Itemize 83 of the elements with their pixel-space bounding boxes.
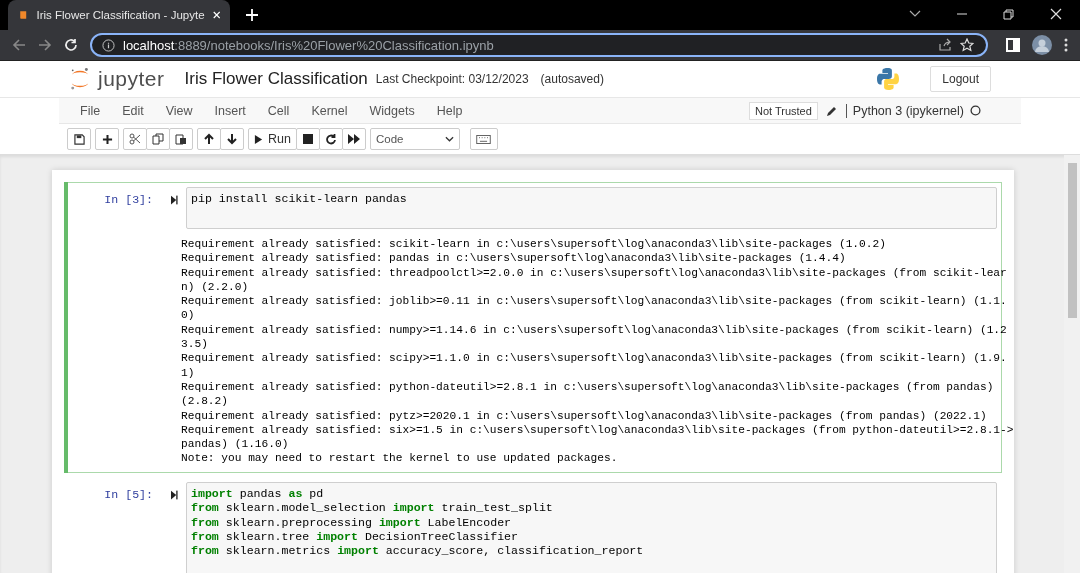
- copy-icon: [152, 133, 164, 145]
- output-line: Requirement already satisfied: pytz>=2020.1 in c:\users\supersoft\log\anaconda3\lib\site-packages (from pandas) (2022.1): [181, 408, 987, 423]
- restart-button[interactable]: [318, 128, 343, 150]
- trust-indicator[interactable]: Not Trusted: [748, 101, 818, 120]
- move-up-button[interactable]: [197, 128, 221, 150]
- share-icon[interactable]: [938, 38, 952, 52]
- output-line: Requirement already satisfied: joblib>=0.11 in c:\users\supersoft\log\anaconda3\lib\site-packages (from scikit-learn) (1.1.: [181, 294, 1007, 309]
- browser-tab[interactable]: Iris Flower Classification - Jupyte: [8, 0, 230, 30]
- copy-button[interactable]: [146, 128, 170, 150]
- output-line: 1): [181, 365, 195, 380]
- output-line: Requirement already satisfied: scikit-learn in c:\users\supersoft\log\anaconda3\lib\site-packages (1.0.2): [181, 237, 886, 252]
- scrollbar-thumb[interactable]: [1068, 163, 1077, 318]
- caret-icon: [444, 136, 454, 142]
- side-panel-icon[interactable]: [1006, 38, 1020, 52]
- output-line: n) (2.2.0): [181, 279, 249, 295]
- menu-item[interactable]: Widgets: [358, 103, 426, 118]
- stop-icon: [302, 134, 313, 144]
- pencil-icon[interactable]: [825, 104, 838, 117]
- star-icon[interactable]: [960, 38, 974, 52]
- arrow-down-icon: [226, 133, 238, 145]
- run-cell-icon[interactable]: [171, 489, 178, 500]
- fast-forward-icon: [347, 134, 360, 144]
- info-icon: [102, 38, 115, 52]
- stop-button[interactable]: [295, 128, 320, 150]
- add-cell-button[interactable]: [95, 128, 119, 150]
- paste-button[interactable]: [169, 128, 193, 150]
- menu-item[interactable]: Kernel: [300, 103, 359, 118]
- python-logo-icon: [876, 67, 901, 91]
- cut-button[interactable]: [123, 128, 147, 150]
- cell-type-dropdown[interactable]: Code: [369, 128, 460, 150]
- menu-item[interactable]: Insert: [203, 103, 257, 118]
- forward-icon[interactable]: [38, 38, 52, 52]
- logo-text[interactable]: jupyter: [98, 67, 165, 91]
- move-down-button[interactable]: [220, 128, 244, 150]
- menu-item[interactable]: File: [69, 103, 112, 118]
- output-line: pandas) (1.16.0): [181, 437, 289, 452]
- plus-icon: [101, 133, 113, 145]
- checkpoint-text: Last Checkpoint: 03/12/2023: [375, 72, 529, 86]
- avatar-icon[interactable]: [1032, 35, 1052, 55]
- play-icon: [254, 133, 263, 145]
- output-line: Requirement already satisfied: threadpoolctl>=2.0.0 in c:\users\supersoft\log\anaconda3\lib\site-packages (from scikit-lear: [181, 265, 1007, 280]
- logout-button[interactable]: Logout: [930, 66, 991, 92]
- arrow-up-icon: [203, 133, 215, 145]
- output-line: Note: you may need to restart the kernel to use updated packages.: [181, 451, 618, 466]
- keyboard-button[interactable]: [469, 128, 498, 150]
- output-line: (2.8.2): [181, 394, 228, 409]
- close-icon[interactable]: [1050, 8, 1062, 20]
- save-icon: [73, 133, 85, 145]
- save-button[interactable]: [67, 128, 91, 150]
- menu-item[interactable]: Cell: [256, 103, 301, 118]
- code-editor[interactable]: pip install scikit-learn pandas: [186, 187, 997, 229]
- output-line: 3.5): [181, 337, 208, 352]
- notebook-title[interactable]: Iris Flower Classification: [184, 69, 368, 89]
- autosave-text: (autosaved): [540, 72, 604, 86]
- output-line: Requirement already satisfied: python-dateutil>=2.8.1 in c:\users\supersoft\log\anaconda3\lib\site-packages (from pandas): [181, 379, 994, 395]
- output-line: Requirement already satisfied: scipy>=1.1.0 in c:\users\supersoft\log\anaconda3\lib\site-packages (from scikit-learn) (1.9.: [181, 351, 1007, 366]
- output-line: Requirement already satisfied: pandas in c:\users\supersoft\log\anaconda3\lib\site-packages (1.4.4): [181, 251, 846, 266]
- book-icon: [18, 8, 29, 22]
- run-cell-icon[interactable]: [171, 195, 178, 205]
- code-editor[interactable]: import pandas as pd from sklearn.model_selection import train_test_split from sklearn.preprocessing import LabelEncoder from sklearn.tree import DecisionTreeClassifier from sklearn.metrics import accuracy_score, classification_report: [186, 481, 997, 573]
- address-field[interactable]: localhost:8889/notebooks/Iris%20Flower%20Classification.ipynb: [90, 33, 988, 57]
- run-all-button[interactable]: [341, 128, 366, 150]
- input-prompt: In [3]:: [103, 192, 153, 206]
- logo-icon: [70, 67, 90, 91]
- paste-icon: [175, 133, 187, 145]
- kernel-name: Python 3 (ipykernel): [845, 103, 970, 118]
- scissors-icon: [129, 133, 141, 145]
- chevron-down-icon[interactable]: [909, 10, 921, 18]
- back-icon[interactable]: [12, 38, 26, 52]
- output-line: Requirement already satisfied: numpy>=1.14.6 in c:\users\supersoft\log\anaconda3\lib\site-packages (from scikit-learn) (1.2: [181, 322, 1007, 338]
- new-tab-icon[interactable]: [246, 9, 258, 21]
- menu-item[interactable]: Help: [425, 103, 474, 118]
- menu-item[interactable]: View: [154, 103, 204, 118]
- restart-icon: [324, 133, 337, 145]
- menu-item[interactable]: Edit: [111, 103, 155, 118]
- more-icon[interactable]: [1064, 38, 1068, 52]
- output-line: Requirement already satisfied: six>=1.5 in c:\users\supersoft\log\anaconda3\lib\site-packages (from python-dateutil>=2.8.1->: [181, 422, 1014, 438]
- restore-icon[interactable]: [1003, 8, 1014, 20]
- run-button[interactable]: Run: [248, 128, 297, 150]
- reload-icon[interactable]: [64, 38, 78, 52]
- output-line: 0): [181, 308, 195, 323]
- input-prompt: In [5]:: [103, 486, 153, 501]
- keyboard-icon: [476, 134, 492, 144]
